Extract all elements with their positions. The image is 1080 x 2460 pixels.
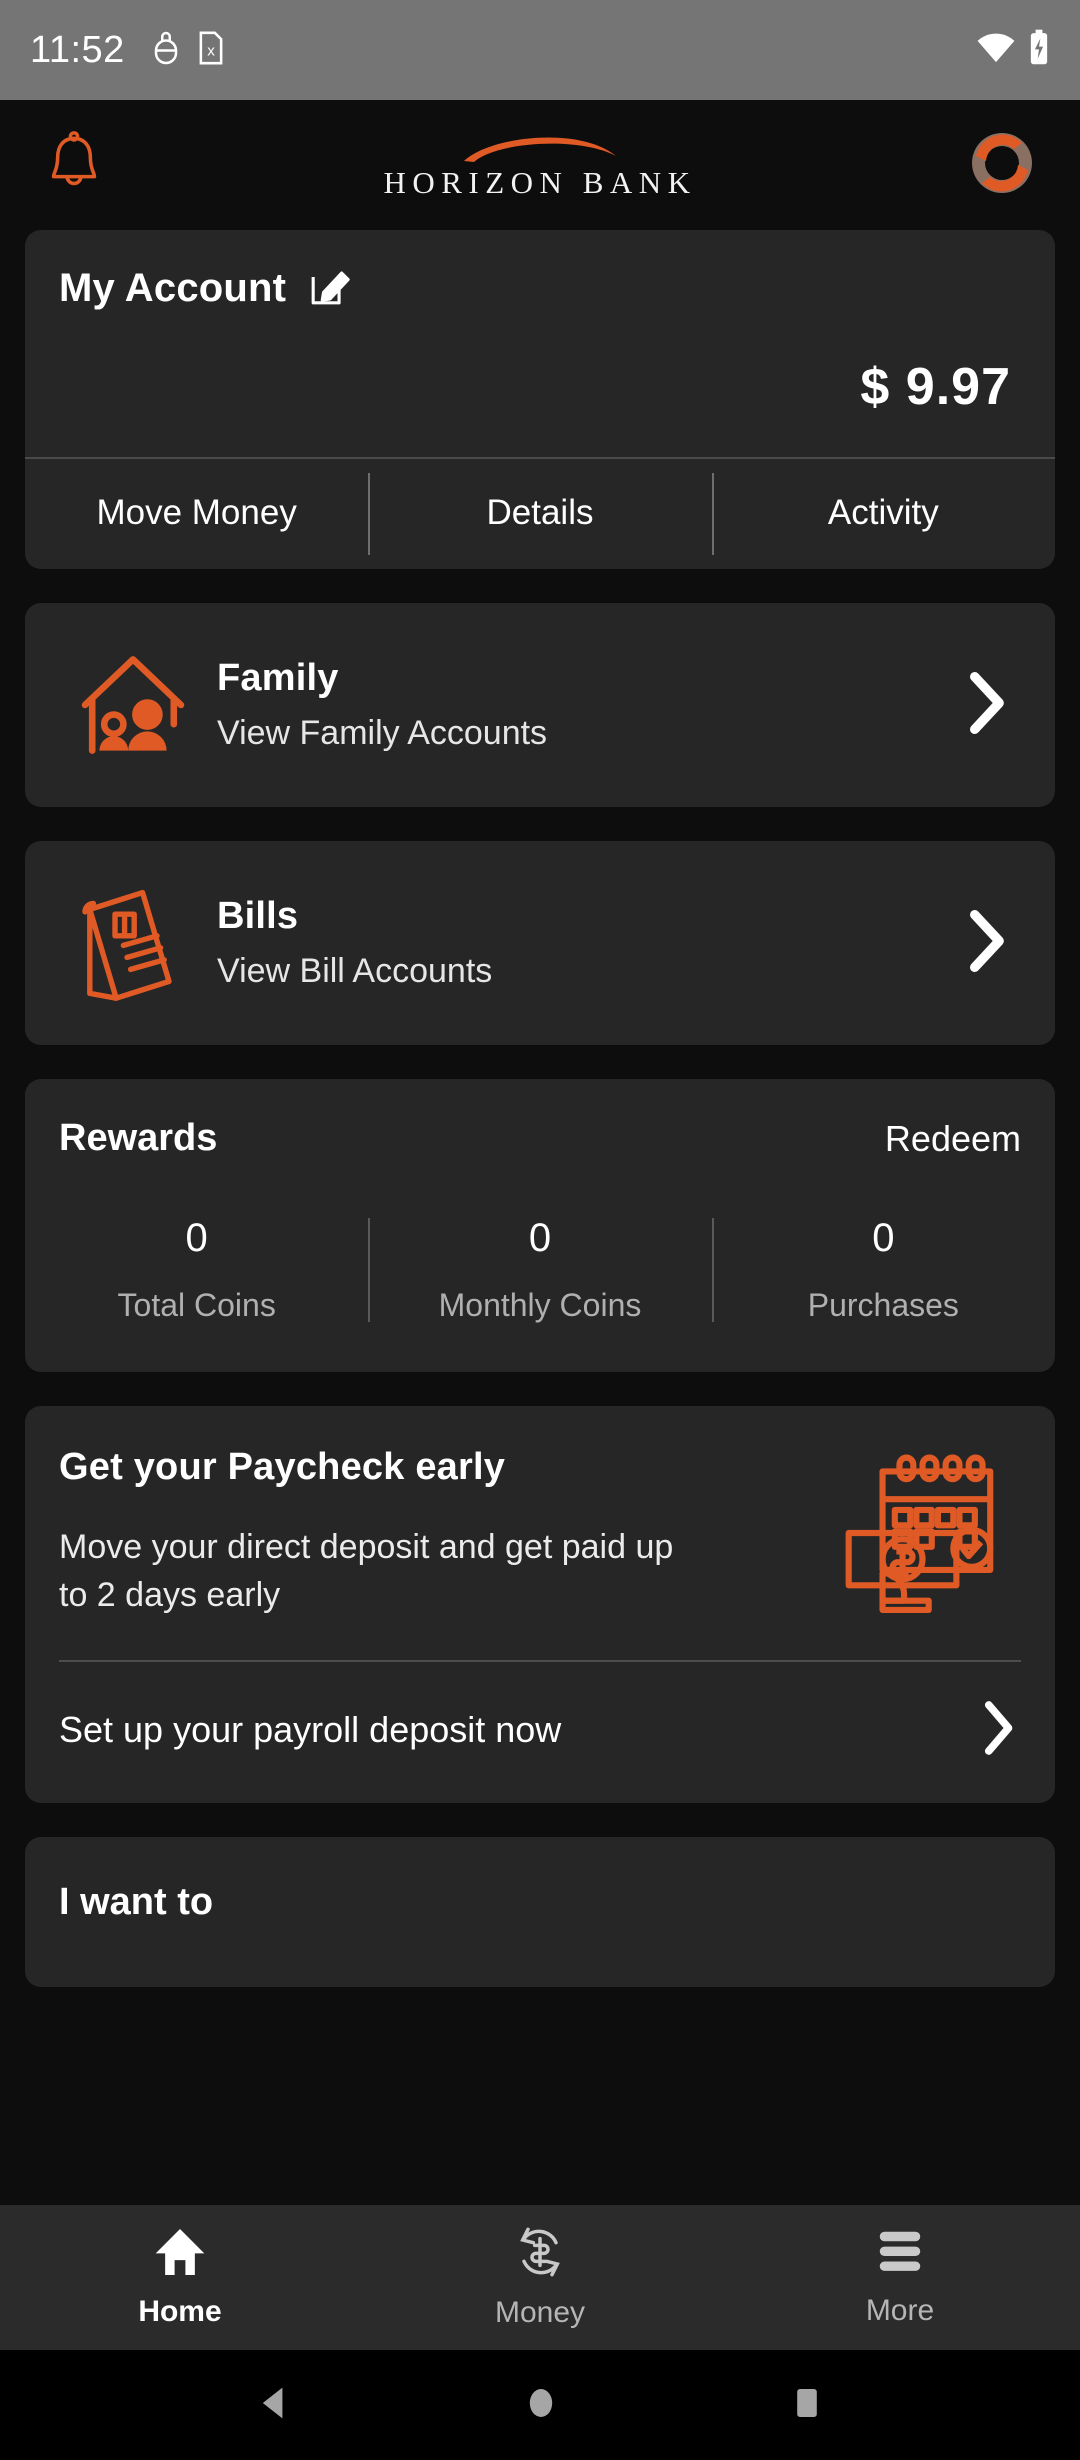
stat-label: Monthly Coins bbox=[438, 1287, 642, 1323]
recents-square-icon[interactable] bbox=[787, 2382, 827, 2429]
bell-icon bbox=[44, 130, 104, 201]
family-card-text: Family View Family Accounts bbox=[207, 657, 963, 753]
bills-card-title: Bills bbox=[217, 895, 299, 937]
nav-label-money: Money bbox=[494, 2296, 586, 2329]
account-tabs: Move Money Details Activity bbox=[25, 457, 1055, 569]
menu-bars-icon bbox=[873, 2227, 927, 2282]
profile-button[interactable] bbox=[968, 129, 1036, 202]
tab-move-money[interactable]: Move Money bbox=[25, 459, 368, 569]
main-content: My Account $ 9.97 Move Money Details Act… bbox=[0, 230, 1080, 1987]
wifi-icon bbox=[976, 31, 1016, 70]
chevron-right-icon[interactable] bbox=[963, 671, 1021, 740]
bills-card[interactable]: Bills View Bill Accounts bbox=[25, 841, 1055, 1045]
app-header: HORIZON BANK bbox=[0, 100, 1080, 230]
nav-label-more: More bbox=[865, 2294, 935, 2327]
paycheck-promo-title: Get your Paycheck early bbox=[59, 1446, 506, 1488]
calendar-paycheck-icon bbox=[821, 1446, 1021, 1620]
account-card: My Account $ 9.97 Move Money Details Act… bbox=[25, 230, 1055, 569]
bill-invoice-icon bbox=[59, 883, 207, 1003]
home-icon bbox=[153, 2226, 207, 2283]
account-card-top: My Account $ 9.97 bbox=[25, 230, 1055, 457]
account-title-row: My Account bbox=[59, 264, 1021, 313]
money-exchange-icon bbox=[512, 2225, 568, 2284]
rewards-stats: 0 Total Coins 0 Monthly Coins 0 Purchase… bbox=[25, 1160, 1055, 1372]
home-circle-icon[interactable] bbox=[520, 2382, 562, 2429]
stat-value: 0 bbox=[185, 1216, 208, 1260]
stat-value: 0 bbox=[872, 1216, 895, 1260]
account-balance-row: $ 9.97 bbox=[59, 313, 1021, 457]
redeem-link[interactable]: Redeem bbox=[885, 1118, 1021, 1160]
back-triangle-icon[interactable] bbox=[253, 2382, 295, 2429]
stat-label: Total Coins bbox=[117, 1287, 276, 1323]
bills-card-subtitle: View Bill Accounts bbox=[217, 952, 493, 990]
tab-activity[interactable]: Activity bbox=[711, 459, 1055, 569]
notifications-button[interactable] bbox=[44, 130, 134, 201]
chevron-right-icon[interactable] bbox=[963, 909, 1021, 978]
rewards-card: Rewards Redeem 0 Total Coins 0 Monthly C… bbox=[25, 1079, 1055, 1372]
stat-value: 0 bbox=[528, 1216, 552, 1260]
status-bar: 11:52 x bbox=[0, 0, 1080, 100]
nav-item-more[interactable]: More bbox=[720, 2227, 1080, 2328]
payroll-setup-cta[interactable]: Set up your payroll deposit now bbox=[25, 1662, 1055, 1803]
paycheck-promo-text: Get your Paycheck early Move your direct… bbox=[59, 1446, 821, 1620]
edit-pencil-icon[interactable] bbox=[308, 264, 352, 313]
account-balance: $ 9.97 bbox=[860, 358, 1011, 416]
stat-monthly-coins: 0 Monthly Coins bbox=[368, 1216, 711, 1324]
bills-card-text: Bills View Bill Accounts bbox=[207, 895, 963, 991]
nav-label-home: Home bbox=[138, 2295, 222, 2328]
logo-swoosh-icon bbox=[460, 130, 620, 169]
nav-item-home[interactable]: Home bbox=[0, 2226, 360, 2329]
rewards-header: Rewards Redeem bbox=[25, 1079, 1055, 1160]
family-card-title: Family bbox=[217, 657, 339, 699]
paycheck-promo-card: Get your Paycheck early Move your direct… bbox=[25, 1406, 1055, 1803]
android-debug-icon bbox=[151, 29, 181, 72]
stat-total-coins: 0 Total Coins bbox=[25, 1216, 368, 1324]
paycheck-promo-description: Move your direct deposit and get paid up… bbox=[59, 1528, 674, 1615]
chevron-right-icon bbox=[977, 1700, 1017, 1761]
brand-name: HORIZON BANK bbox=[383, 164, 697, 200]
family-card-subtitle: View Family Accounts bbox=[217, 714, 548, 752]
brand-logo: HORIZON BANK bbox=[0, 100, 1080, 230]
android-navigation-bar bbox=[0, 2350, 1080, 2460]
house-family-icon bbox=[59, 645, 207, 765]
nav-item-money[interactable]: Money bbox=[360, 2225, 720, 2330]
i-want-to-title: I want to bbox=[59, 1880, 214, 1923]
bottom-navigation: Home Money More bbox=[0, 2205, 1080, 2350]
svg-text:x: x bbox=[207, 42, 215, 59]
battery-charging-icon bbox=[1028, 29, 1050, 72]
status-bar-clock: 11:52 bbox=[30, 28, 125, 71]
status-bar-left-icons: x bbox=[151, 29, 225, 72]
family-card[interactable]: Family View Family Accounts bbox=[25, 603, 1055, 807]
status-bar-right-icons bbox=[976, 29, 1050, 72]
stat-label: Purchases bbox=[807, 1287, 959, 1323]
rewards-title: Rewards bbox=[59, 1117, 218, 1159]
tab-details[interactable]: Details bbox=[368, 459, 711, 569]
i-want-to-card[interactable]: I want to bbox=[25, 1836, 1055, 1987]
profile-avatar-icon bbox=[968, 129, 1036, 202]
payroll-setup-label: Set up your payroll deposit now bbox=[59, 1709, 562, 1751]
stat-purchases: 0 Purchases bbox=[711, 1216, 1055, 1324]
paycheck-promo-body: Get your Paycheck early Move your direct… bbox=[25, 1406, 1055, 1620]
account-title: My Account bbox=[59, 266, 287, 310]
sim-card-off-icon: x bbox=[197, 29, 225, 72]
